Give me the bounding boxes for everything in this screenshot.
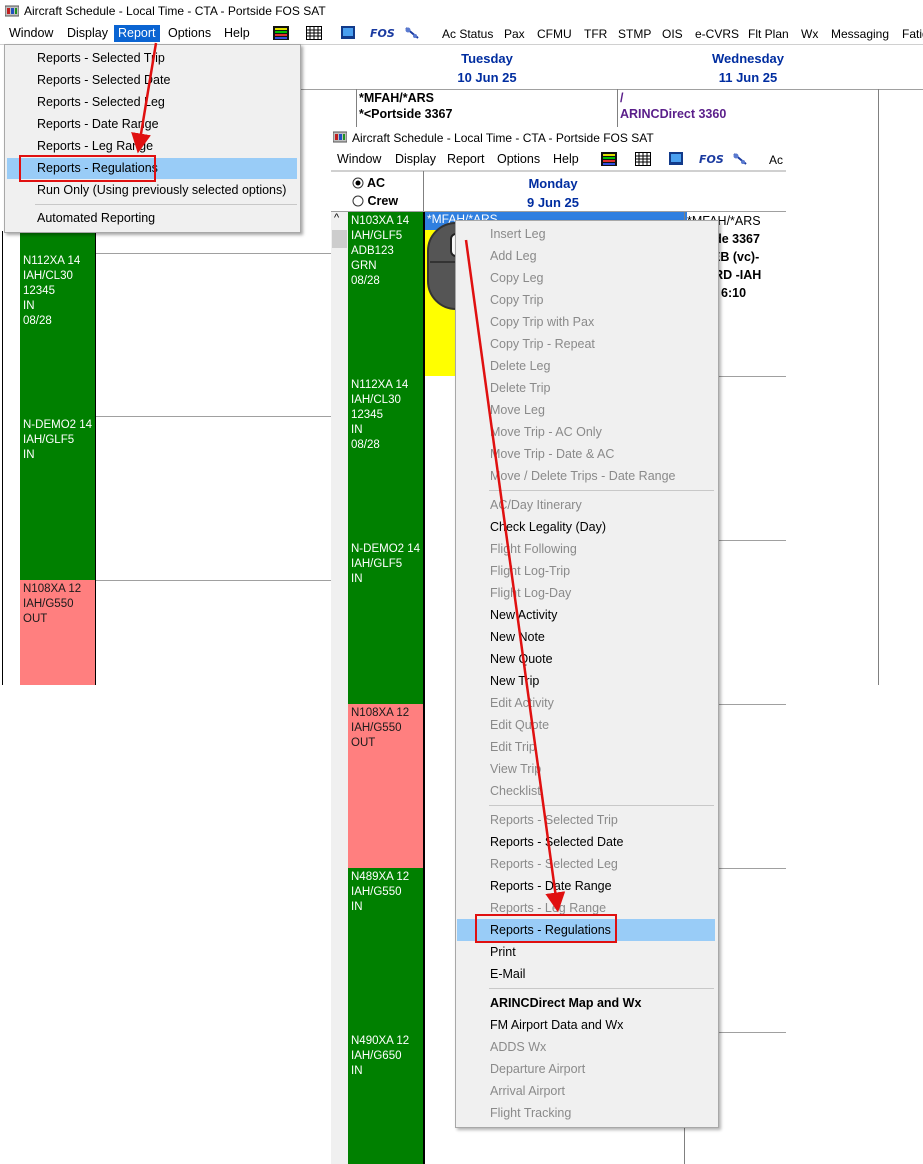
annotation-arrow bbox=[131, 42, 158, 154]
annotation-arrow bbox=[464, 239, 566, 913]
annotation-arrows bbox=[131, 42, 566, 913]
